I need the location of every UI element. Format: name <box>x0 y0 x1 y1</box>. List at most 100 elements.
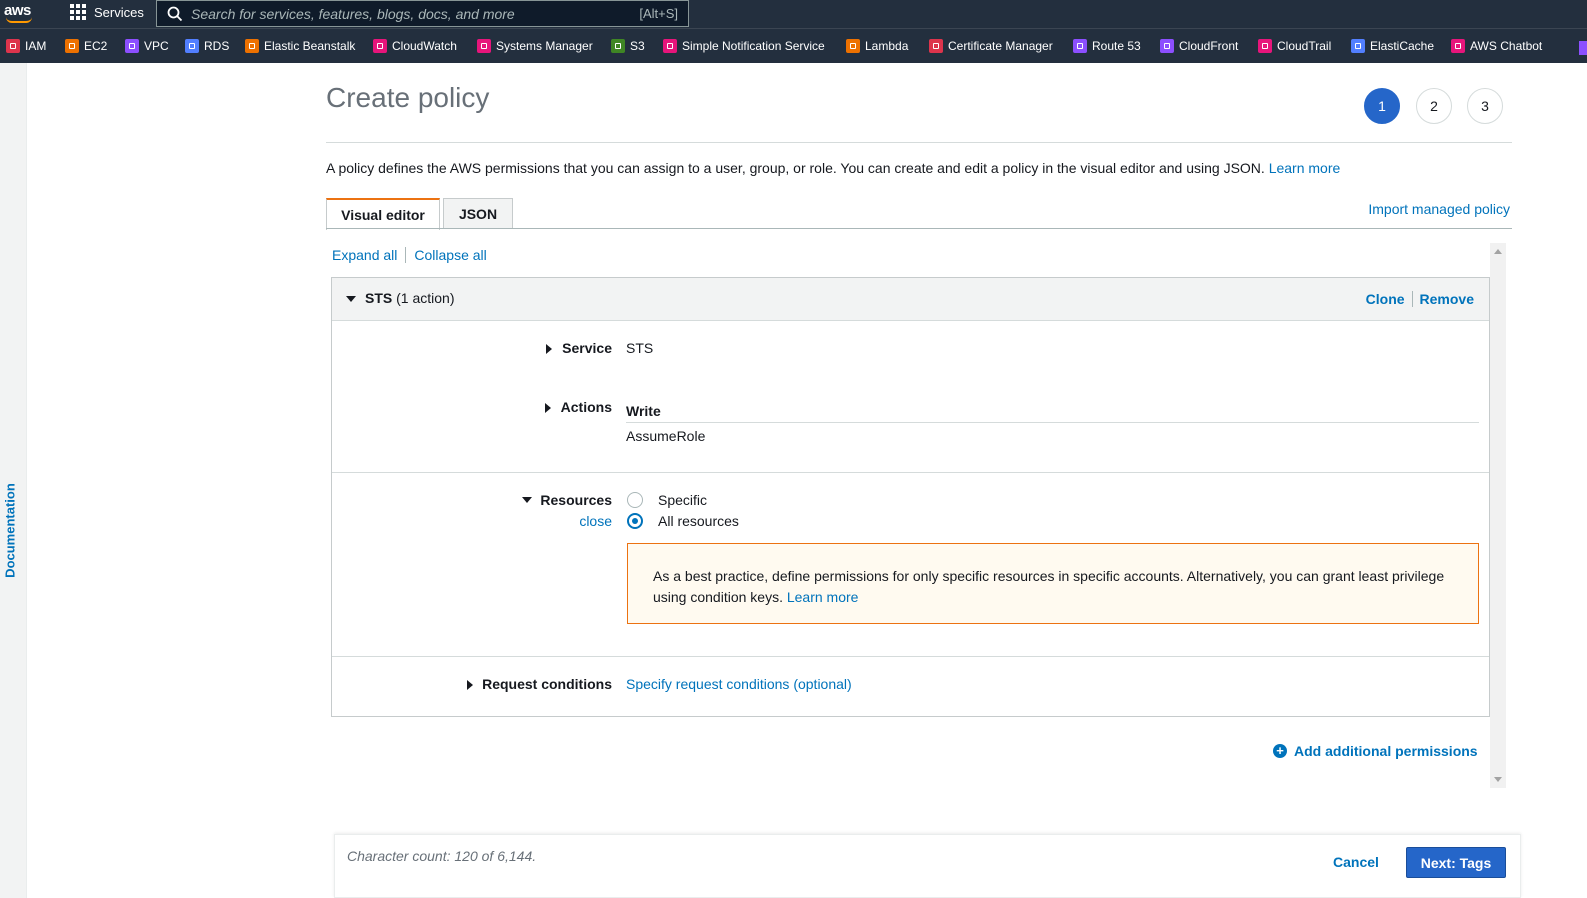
tab-json[interactable]: JSON <box>443 198 513 229</box>
favorite-label: Simple Notification Service <box>682 39 825 53</box>
favorite-elastic-beanstalk[interactable]: Elastic Beanstalk <box>245 39 355 53</box>
warning-learn-more-link[interactable]: Learn more <box>787 589 859 605</box>
request-conditions-label[interactable]: Request conditions <box>472 676 612 692</box>
favorite-label: CloudWatch <box>392 39 457 53</box>
favorite-ec2[interactable]: EC2 <box>65 39 107 53</box>
statement-title: STS (1 action) <box>365 290 454 306</box>
actions-value: AssumeRole <box>626 428 706 444</box>
services-label: Services <box>94 4 144 20</box>
favorite-cloudtrail[interactable]: CloudTrail <box>1258 39 1331 53</box>
grid-icon <box>70 4 86 20</box>
favorite-label: Lambda <box>865 39 909 53</box>
service-icon <box>1351 39 1365 53</box>
service-icon <box>846 39 860 53</box>
specific-radio-label[interactable]: Specific <box>658 492 707 508</box>
favorite-cloudfront[interactable]: CloudFront <box>1160 39 1238 53</box>
service-icon <box>6 39 20 53</box>
service-icon <box>663 39 677 53</box>
remove-button[interactable]: Remove <box>1420 291 1474 307</box>
favorite-simple-notification-service[interactable]: Simple Notification Service <box>663 39 825 53</box>
actions-group-divider <box>626 422 1479 423</box>
cancel-button[interactable]: Cancel <box>1333 854 1379 870</box>
tab-visual-editor[interactable]: Visual editor <box>326 198 440 230</box>
favorite-route-53[interactable]: Route 53 <box>1073 39 1141 53</box>
expand-all-link[interactable]: Expand all <box>332 247 397 263</box>
header-divider <box>326 142 1512 143</box>
statement-action-count: (1 action) <box>396 290 455 306</box>
favorites-bar: IAM EC2 VPC RDS Elastic Beanstalk CloudWatch S… <box>0 28 1587 63</box>
service-icon <box>65 39 79 53</box>
search-input[interactable]: Search for services, features, blogs, do… <box>156 0 689 27</box>
favorite-label: CloudTrail <box>1277 39 1332 53</box>
favorite-label: AWS Chatbot <box>1470 39 1543 53</box>
plus-circle-icon: + <box>1273 744 1287 758</box>
favorite-label: CloudFront <box>1179 39 1239 53</box>
favorite-label: Elastic Beanstalk <box>264 39 356 53</box>
service-icon <box>1451 39 1465 53</box>
aws-logo-smile <box>6 17 32 23</box>
collapse-caret-icon[interactable] <box>346 296 356 302</box>
all-resources-radio[interactable] <box>627 513 643 529</box>
favorite-rds[interactable]: RDS <box>185 39 229 53</box>
service-icon <box>1073 39 1087 53</box>
service-row-label[interactable]: Service <box>552 340 612 356</box>
search-icon <box>167 6 183 22</box>
favorite-s3[interactable]: S3 <box>611 39 645 53</box>
favorite-vpc[interactable]: VPC <box>125 39 169 53</box>
service-icon <box>373 39 387 53</box>
service-icon <box>477 39 491 53</box>
service-value: STS <box>626 340 654 356</box>
expand-caret-icon[interactable] <box>545 403 551 413</box>
favorite-label: S3 <box>630 39 645 53</box>
favorite-cloudwatch[interactable]: CloudWatch <box>373 39 457 53</box>
editor-scrollbar[interactable] <box>1490 243 1506 788</box>
intro-learn-more-link[interactable]: Learn more <box>1269 160 1341 176</box>
clone-button[interactable]: Clone <box>1366 291 1405 307</box>
policy-statement-panel: STS (1 action) Clone Remove Service STS … <box>331 277 1490 717</box>
service-icon <box>185 39 199 53</box>
add-permissions-label: Add additional permissions <box>1294 743 1478 759</box>
next-tags-button[interactable]: Next: Tags <box>1406 847 1506 878</box>
favorite-lambda[interactable]: Lambda <box>846 39 908 53</box>
expand-collapse-controls: Expand all Collapse all <box>332 247 487 263</box>
favorite-label: VPC <box>144 39 169 53</box>
character-count: Character count: 120 of 6,144. <box>347 848 537 864</box>
collapse-all-link[interactable]: Collapse all <box>414 247 486 263</box>
service-icon <box>1160 39 1174 53</box>
resources-row-label[interactable]: Resources <box>522 492 612 508</box>
link-separator <box>405 247 407 263</box>
service-icon <box>611 39 625 53</box>
favorite-iam[interactable]: IAM <box>6 39 46 53</box>
search-placeholder: Search for services, features, blogs, do… <box>191 6 515 22</box>
scroll-down-arrow[interactable] <box>1494 777 1502 782</box>
import-managed-policy-link[interactable]: Import managed policy <box>1368 201 1510 217</box>
statement-header[interactable]: STS (1 action) Clone Remove <box>332 278 1489 321</box>
tab-underline <box>326 228 1512 229</box>
specify-conditions-link[interactable]: Specify request conditions (optional) <box>626 676 852 692</box>
actions-row-label[interactable]: Actions <box>552 399 612 415</box>
section-divider <box>332 656 1489 657</box>
favorite-certificate-manager[interactable]: Certificate Manager <box>929 39 1053 53</box>
add-additional-permissions-button[interactable]: + Add additional permissions <box>1273 743 1478 759</box>
specific-radio[interactable] <box>627 492 643 508</box>
favorite-systems-manager[interactable]: Systems Manager <box>477 39 593 53</box>
page-title: Create policy <box>326 82 490 113</box>
service-icon <box>929 39 943 53</box>
statement-actions: Clone Remove <box>1366 291 1474 307</box>
documentation-toggle[interactable]: Documentation <box>3 481 18 581</box>
service-icon <box>125 39 139 53</box>
favorite-label: ElastiCache <box>1370 39 1435 53</box>
top-nav: aws Services Search for services, featur… <box>0 0 1587 28</box>
resources-close-link[interactable]: close <box>562 513 612 529</box>
favorite-aws-chatbot[interactable]: AWS Chatbot <box>1451 39 1542 53</box>
statement-service-name: STS <box>365 290 393 306</box>
section-divider <box>332 472 1489 473</box>
documentation-rail: Documentation <box>0 63 27 898</box>
footer-bar: Character count: 120 of 6,144. Cancel Ne… <box>334 834 1521 898</box>
services-menu-button[interactable]: Services <box>70 4 144 20</box>
favorites-overflow[interactable] <box>1579 41 1587 55</box>
favorite-elasticache[interactable]: ElastiCache <box>1351 39 1434 53</box>
favorite-label: Certificate Manager <box>948 39 1053 53</box>
all-resources-radio-label[interactable]: All resources <box>658 513 739 529</box>
scroll-up-arrow[interactable] <box>1494 249 1502 254</box>
